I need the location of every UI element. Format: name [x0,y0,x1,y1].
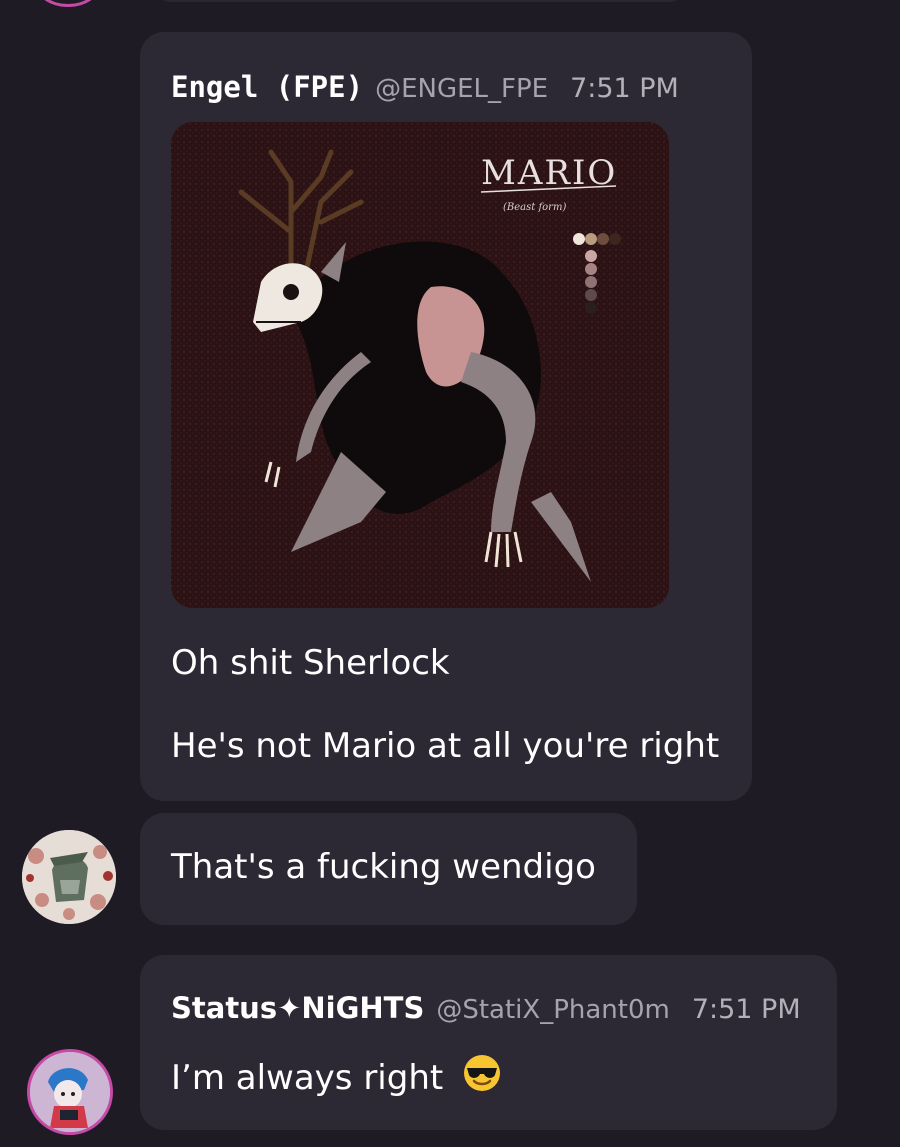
author-handle[interactable]: @StatiX_Phant0m [436,995,670,1025]
message-text-content: I’m always right [171,1058,444,1098]
avatar-image [30,1052,110,1132]
avatar-image [22,830,116,924]
sunglasses-emoji-icon [462,1053,502,1102]
image-attachment[interactable]: MARIO (Beast form) [171,122,669,608]
message-text: That's a fucking wendigo [171,847,596,887]
message-bubble[interactable]: Engel (FPE) @ENGEL_FPE 7:51 PM MARIO (Be… [140,32,752,801]
message-time: 7:51 PM [570,73,679,104]
previous-avatar [35,0,101,7]
artwork-subtitle: (Beast form) [503,202,566,213]
avatar[interactable] [22,830,116,924]
author-name[interactable]: Engel (FPE) [171,70,363,104]
message-time: 7:51 PM [691,994,801,1025]
message-bubble[interactable]: That's a fucking wendigo [140,813,637,925]
wendigo-artwork: MARIO (Beast form) [171,122,669,608]
message-text: He's not Mario at all you're right [171,726,720,766]
previous-message-bubble [150,0,690,2]
message-text: I’m always right [171,1053,502,1102]
message-bubble[interactable]: Status✦NiGHTS @StatiX_Phant0m 7:51 PM I’… [140,955,837,1130]
message-header: Engel (FPE) @ENGEL_FPE 7:51 PM [171,70,679,104]
author-name[interactable]: Status✦NiGHTS [171,991,424,1025]
avatar[interactable] [27,1049,113,1135]
message-text: Oh shit Sherlock [171,643,450,683]
author-handle[interactable]: @ENGEL_FPE [375,74,548,104]
message-header: Status✦NiGHTS @StatiX_Phant0m 7:51 PM [171,991,801,1025]
